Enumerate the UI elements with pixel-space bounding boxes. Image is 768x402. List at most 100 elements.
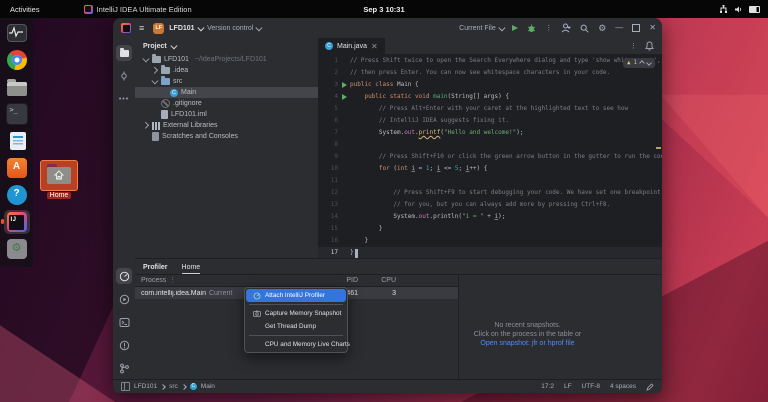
dock-item-help[interactable] bbox=[4, 183, 30, 207]
caret-position[interactable]: 17:2 bbox=[541, 383, 554, 390]
column-options-icon[interactable]: ⋮ bbox=[169, 276, 176, 284]
breadcrumb-src[interactable]: src bbox=[169, 383, 178, 390]
files-icon bbox=[6, 78, 27, 96]
desktop-home-shortcut[interactable]: Home bbox=[38, 160, 80, 199]
column-process[interactable]: Process bbox=[141, 277, 166, 284]
tree-item-src[interactable]: src bbox=[135, 76, 318, 87]
editor-options-icon[interactable]: ⋮ bbox=[630, 42, 637, 50]
menu-item-get-thread-dump[interactable]: Get Thread Dump bbox=[246, 320, 346, 333]
tool-profiler-button[interactable] bbox=[116, 268, 132, 284]
window-maximize-button[interactable] bbox=[632, 24, 641, 32]
tree-item-lfd101[interactable]: LFD101 ~/IdeaProjects/LFD101 bbox=[135, 54, 318, 65]
code-line-2[interactable]: 2 // then press Enter. You can now see wh… bbox=[318, 67, 662, 79]
code-line-8[interactable]: 8 bbox=[318, 139, 662, 151]
project-widget[interactable]: LFD101 bbox=[169, 24, 204, 32]
main-menu-icon[interactable]: ≡ bbox=[139, 23, 144, 33]
ide-titlebar[interactable]: ≡ LF LFD101 Version control Current File… bbox=[113, 18, 662, 39]
tree-item-lfd101-iml[interactable]: LFD101.iml bbox=[135, 109, 318, 120]
profiler-panel-title[interactable]: Profiler bbox=[143, 264, 168, 274]
tree-item-main[interactable]: C Main bbox=[135, 87, 318, 98]
more-actions-icon[interactable]: ⋮ bbox=[545, 24, 552, 32]
notifications-bell-icon[interactable] bbox=[645, 41, 654, 51]
dock-item-chrome[interactable] bbox=[4, 48, 30, 72]
vcs-widget[interactable]: Version control bbox=[207, 24, 263, 32]
column-cpu[interactable]: CPU bbox=[358, 277, 400, 284]
tool-project-button[interactable] bbox=[116, 45, 132, 61]
tab-close-icon[interactable]: ✕ bbox=[371, 42, 378, 51]
expander-collapsed-icon[interactable] bbox=[141, 121, 149, 129]
prev-problem-icon[interactable] bbox=[639, 60, 645, 66]
settings-gear-icon[interactable]: ⚙ bbox=[598, 23, 606, 33]
menu-item-attach-intellij-profiler[interactable]: Attach IntelliJ Profiler bbox=[246, 289, 346, 302]
window-close-button[interactable]: ✕ bbox=[649, 24, 656, 32]
project-panel-header[interactable]: Project bbox=[135, 38, 318, 54]
dock-item-terminal[interactable] bbox=[4, 102, 30, 126]
tree-item-external-libraries[interactable]: External Libraries bbox=[135, 120, 318, 131]
run-configuration-widget[interactable]: Current File bbox=[459, 24, 505, 32]
dock-item-settings[interactable] bbox=[4, 237, 30, 261]
code-line-15[interactable]: 15 } bbox=[318, 223, 662, 235]
column-pid[interactable]: PID bbox=[306, 277, 358, 284]
dock-item-libreoffice-writer[interactable] bbox=[4, 129, 30, 153]
breadcrumb-main[interactable]: Main bbox=[201, 383, 215, 390]
tool-window-layout-icon[interactable] bbox=[121, 382, 130, 391]
code-line-13[interactable]: 13 // for you, but you can always add mo… bbox=[318, 199, 662, 211]
search-icon[interactable] bbox=[580, 24, 589, 33]
gutter-run-icon[interactable] bbox=[338, 94, 350, 100]
tool-git-button[interactable] bbox=[116, 360, 132, 376]
tool-problems-button[interactable] bbox=[116, 337, 132, 353]
tool-run-button[interactable] bbox=[116, 291, 132, 307]
warning-triangle-icon: ▲ bbox=[627, 60, 631, 66]
code-line-3[interactable]: 3 public class Main { bbox=[318, 79, 662, 91]
code-line-11[interactable]: 11 bbox=[318, 175, 662, 187]
code-line-14[interactable]: 14 System.out.println("i = " + i); bbox=[318, 211, 662, 223]
breadcrumb-project[interactable]: LFD101 bbox=[134, 383, 157, 390]
terminal-icon bbox=[5, 103, 28, 125]
code-editor[interactable]: ▲ 1 1// Press Shift twice to open the Se… bbox=[318, 55, 662, 259]
focused-app-indicator[interactable]: IntelliJ IDEA Ultimate Edition bbox=[83, 4, 192, 14]
tree-item-scratches-and-consoles[interactable]: Scratches and Consoles bbox=[135, 131, 318, 142]
activities-button[interactable]: Activities bbox=[10, 5, 40, 14]
editor-tab-main-java[interactable]: C Main.java ✕ bbox=[318, 38, 385, 54]
tool-more-button[interactable]: ••• bbox=[116, 91, 132, 107]
tree-item--idea[interactable]: .idea bbox=[135, 65, 318, 76]
system-tray[interactable] bbox=[719, 4, 760, 14]
chevron-down-icon bbox=[170, 42, 177, 49]
window-minimize-button[interactable]: — bbox=[615, 24, 623, 32]
indent-setting[interactable]: 4 spaces bbox=[610, 383, 636, 390]
dock-item-intellij-idea[interactable] bbox=[0, 210, 30, 234]
profiler-tab-home[interactable]: Home bbox=[181, 264, 201, 274]
clock[interactable]: Sep 3 10:31 bbox=[363, 5, 404, 14]
dock-item-files[interactable] bbox=[4, 75, 30, 99]
code-line-4[interactable]: 4 public static void main(String[] args)… bbox=[318, 91, 662, 103]
expander-collapsed-icon[interactable] bbox=[150, 66, 158, 74]
dock-item-system-monitor[interactable] bbox=[4, 21, 30, 45]
write-access-icon[interactable] bbox=[646, 382, 654, 391]
tree-item--gitignore[interactable]: .gitignore bbox=[135, 98, 318, 109]
profile-icon[interactable] bbox=[561, 23, 571, 33]
code-line-16[interactable]: 16 } bbox=[318, 235, 662, 247]
debug-button[interactable] bbox=[527, 24, 536, 33]
code-line-10[interactable]: 10 for (int i = 1; i <= 5; i++) { bbox=[318, 163, 662, 175]
open-snapshot-link[interactable]: Open snapshot: jfr or hprof file bbox=[480, 340, 574, 347]
expander-expanded-icon[interactable] bbox=[141, 54, 149, 63]
dock-item-software-center[interactable] bbox=[4, 156, 30, 180]
tool-commit-button[interactable] bbox=[116, 68, 132, 84]
inspection-widget[interactable]: ▲ 1 bbox=[623, 58, 655, 68]
menu-item-cpu-and-memory-live-charts[interactable]: CPU and Memory Live Charts bbox=[246, 338, 350, 351]
code-line-6[interactable]: 6 // IntelliJ IDEA suggests fixing it. bbox=[318, 115, 662, 127]
expander-expanded-icon[interactable] bbox=[150, 76, 158, 85]
next-problem-icon[interactable] bbox=[646, 60, 652, 66]
menu-item-label: Capture Memory Snapshot bbox=[265, 310, 342, 317]
code-line-1[interactable]: 1// Press Shift twice to open the Search… bbox=[318, 55, 662, 67]
tool-terminal-button[interactable] bbox=[116, 314, 132, 330]
code-line-12[interactable]: 12 // Press Shift+F9 to start debugging … bbox=[318, 187, 662, 199]
code-line-5[interactable]: 5 // Press Alt+Enter with your caret at … bbox=[318, 103, 662, 115]
gutter-run-icon[interactable] bbox=[338, 82, 350, 88]
code-line-9[interactable]: 9 // Press Shift+F10 or click the green … bbox=[318, 151, 662, 163]
file-encoding[interactable]: UTF-8 bbox=[582, 383, 600, 390]
run-button[interactable] bbox=[512, 25, 519, 31]
menu-item-capture-memory-snapshot[interactable]: Capture Memory Snapshot bbox=[246, 307, 346, 320]
code-line-7[interactable]: 7 System.out.printf("Hello and welcome!"… bbox=[318, 127, 662, 139]
line-separator[interactable]: LF bbox=[564, 383, 572, 390]
